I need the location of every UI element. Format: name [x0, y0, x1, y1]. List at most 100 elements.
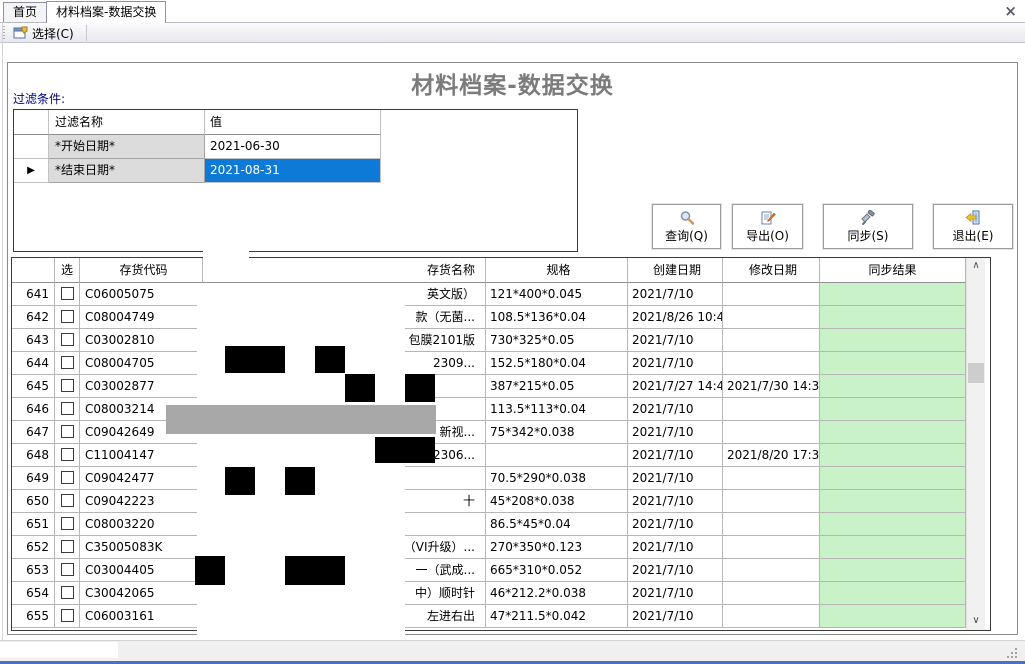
created-date-cell: 2021/7/27 14:47	[628, 375, 723, 398]
modified-date-cell	[723, 559, 820, 582]
row-number-cell: 648	[12, 444, 55, 467]
modified-date-cell: 2021/8/20 17:33	[723, 444, 820, 467]
row-checkbox[interactable]	[61, 471, 74, 484]
toolbar-separator	[86, 25, 87, 41]
redaction-black-box	[405, 374, 435, 402]
created-date-cell: 2021/7/10	[628, 490, 723, 513]
vertical-scrollbar[interactable]: ∧ ∨	[966, 258, 985, 630]
sync-button[interactable]: 同步(S)	[823, 204, 913, 249]
inventory-code-cell: C30042065	[80, 582, 203, 605]
inventory-code-cell: C06003161	[80, 605, 203, 628]
modified-date-cell	[723, 467, 820, 490]
row-checkbox[interactable]	[61, 517, 74, 530]
row-checkbox[interactable]	[61, 563, 74, 576]
row-checkbox[interactable]	[61, 448, 74, 461]
row-select-cell	[55, 352, 80, 375]
app-window: { "window": { "close_label": "×" }, "tab…	[0, 0, 1025, 664]
tab-material-data-exchange[interactable]: 材料档案-数据交换	[46, 1, 166, 23]
modified-date-cell	[723, 490, 820, 513]
table-row[interactable]: 643 C03002810 包膜2101版 730*325*0.05 2021/…	[12, 329, 990, 352]
spec-cell: 113.5*113*0.04	[486, 398, 628, 421]
filter-row-selector[interactable]: ▶	[14, 159, 49, 183]
row-checkbox[interactable]	[61, 586, 74, 599]
filter-value-cell[interactable]: 2021-08-31	[205, 159, 381, 183]
exit-button[interactable]: 退出(E)	[933, 204, 1013, 249]
sync-result-cell	[820, 398, 966, 421]
table-row[interactable]: 647 C09042649 新视... 75*342*0.038 2021/7/…	[12, 421, 990, 444]
table-row[interactable]: 648 C11004147 2306... 2021/7/10 2021/8/2…	[12, 444, 990, 467]
row-select-cell	[55, 513, 80, 536]
table-row[interactable]: 652 C35005083K （VI升级）... 270*350*0.123 2…	[12, 536, 990, 559]
row-number-cell: 643	[12, 329, 55, 352]
redaction-black-box	[195, 556, 225, 585]
row-number-cell: 653	[12, 559, 55, 582]
query-button[interactable]: 查询(Q)	[652, 204, 721, 249]
row-number-cell: 651	[12, 513, 55, 536]
redaction-white-top	[203, 242, 249, 259]
filter-name-cell[interactable]: *开始日期*	[49, 135, 205, 159]
row-checkbox[interactable]	[61, 540, 74, 553]
table-row[interactable]: 641 C06005075 英文版） 121*400*0.045 2021/7/…	[12, 283, 990, 306]
spec-cell: 152.5*180*0.04	[486, 352, 628, 375]
scroll-up-icon[interactable]: ∧	[967, 258, 985, 275]
row-number-cell: 649	[12, 467, 55, 490]
table-row[interactable]: 653 C03004405 一（武成... 665*310*0.052 2021…	[12, 559, 990, 582]
sync-result-cell	[820, 467, 966, 490]
table-row[interactable]: 650 C09042223 十 45*208*0.038 2021/7/10	[12, 490, 990, 513]
export-button[interactable]: 导出(O)	[732, 204, 803, 249]
row-checkbox[interactable]	[61, 310, 74, 323]
spec-cell: 86.5*45*0.04	[486, 513, 628, 536]
row-select-cell	[55, 467, 80, 490]
table-row[interactable]: 651 C08003220 86.5*45*0.04 2021/7/10	[12, 513, 990, 536]
row-checkbox[interactable]	[61, 379, 74, 392]
table-row[interactable]: 649 C09042477 70.5*290*0.038 2021/7/10	[12, 467, 990, 490]
filter-row[interactable]: ▶ *结束日期* 2021-08-31	[14, 159, 577, 183]
exit-button-label: 退出(E)	[953, 227, 994, 244]
row-checkbox[interactable]	[61, 425, 74, 438]
inventory-code-cell: C03002810	[80, 329, 203, 352]
filter-value-cell[interactable]: 2021-06-30	[205, 135, 381, 159]
scrollbar-thumb[interactable]	[968, 363, 984, 383]
form-properties-icon	[13, 26, 28, 40]
row-number-cell: 642	[12, 306, 55, 329]
table-row[interactable]: 655 C06003161 左进右出 47*211.5*0.042 2021/7…	[12, 605, 990, 628]
tab-home[interactable]: 首页	[3, 2, 47, 22]
row-checkbox[interactable]	[61, 333, 74, 346]
close-icon[interactable]: ×	[1004, 1, 1017, 21]
created-date-cell: 2021/7/10	[628, 352, 723, 375]
select-button[interactable]: 选择(C)	[9, 24, 78, 42]
inventory-name-header: 存货名称	[203, 258, 486, 283]
spec-cell: 47*211.5*0.042	[486, 605, 628, 628]
redaction-black-box	[285, 467, 315, 495]
redaction-black-box	[225, 346, 285, 373]
filter-name-cell[interactable]: *结束日期*	[49, 159, 205, 183]
spec-cell: 270*350*0.123	[486, 536, 628, 559]
created-date-cell: 2021/7/10	[628, 283, 723, 306]
toolbar-grip[interactable]	[3, 26, 5, 40]
select-button-label: 选择(C)	[32, 25, 74, 42]
table-row[interactable]: 642 C08004749 款（无菌... 108.5*136*0.04 202…	[12, 306, 990, 329]
scroll-down-icon[interactable]: ∨	[967, 613, 985, 630]
table-row[interactable]: 645 C03002877 387*215*0.05 2021/7/27 14:…	[12, 375, 990, 398]
modified-date-cell: 2021/7/30 14:30	[723, 375, 820, 398]
table-row[interactable]: 654 C30042065 中）顺时针 46*212.2*0.038 2021/…	[12, 582, 990, 605]
row-select-cell	[55, 605, 80, 628]
filter-row-selector[interactable]	[14, 135, 49, 159]
created-date-cell: 2021/7/10	[628, 536, 723, 559]
row-checkbox[interactable]	[61, 356, 74, 369]
filter-row[interactable]: *开始日期* 2021-06-30	[14, 135, 577, 159]
row-checkbox[interactable]	[61, 494, 74, 507]
row-checkbox[interactable]	[61, 287, 74, 300]
inventory-code-cell: C09042223	[80, 490, 203, 513]
sync-result-cell	[820, 421, 966, 444]
resize-grip-icon[interactable]	[1003, 646, 1017, 658]
row-number-cell: 645	[12, 375, 55, 398]
table-row[interactable]: 646 C08003214 113.5*113*0.04 2021/7/10	[12, 398, 990, 421]
row-checkbox[interactable]	[61, 609, 74, 622]
row-number-cell: 644	[12, 352, 55, 375]
row-checkbox[interactable]	[61, 402, 74, 415]
sync-result-cell	[820, 375, 966, 398]
created-date-cell: 2021/7/10	[628, 467, 723, 490]
sync-result-header: 同步结果	[820, 258, 966, 283]
table-row[interactable]: 644 C08004705 2309... 152.5*180*0.04 202…	[12, 352, 990, 375]
